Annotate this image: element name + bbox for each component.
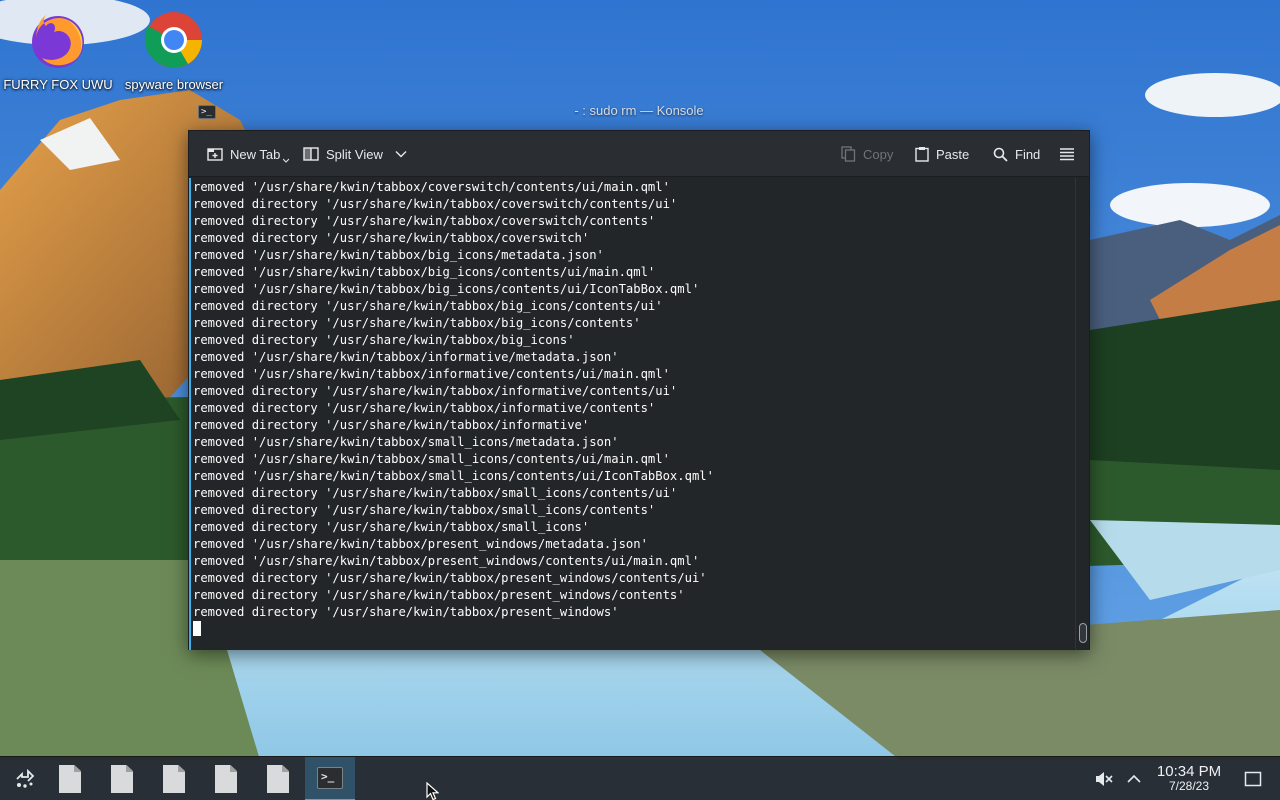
konsole-toolbar: New Tab Split View Copy Paste Find (189, 131, 1089, 177)
terminal-line: removed '/usr/share/kwin/tabbox/present_… (193, 537, 648, 551)
scrollbar-thumb[interactable] (1079, 623, 1087, 643)
find-button[interactable]: Find (993, 143, 1040, 165)
terminal-line: removed directory '/usr/share/kwin/tabbo… (193, 486, 678, 500)
show-desktop-icon (1244, 771, 1262, 787)
desktop-icon-label: FURRY FOX UWU (3, 77, 113, 92)
terminal-line: removed directory '/usr/share/kwin/tabbo… (193, 503, 656, 517)
terminal-line: removed directory '/usr/share/kwin/tabbo… (193, 384, 678, 398)
split-view-label: Split View (326, 146, 383, 162)
taskbar-item-konsole[interactable]: >_ (305, 757, 355, 800)
paste-label: Paste (936, 146, 970, 162)
desktop-icon-label: spyware browser (124, 77, 224, 92)
new-tab-button[interactable]: New Tab (207, 143, 290, 165)
desktop-icon-chrome[interactable]: spyware browser (119, 0, 229, 93)
volume-muted-icon[interactable] (1094, 770, 1114, 788)
window-title: - : sudo rm — Konsole (574, 103, 704, 118)
hamburger-menu-icon (1060, 148, 1074, 161)
chevron-down-icon (395, 151, 407, 158)
taskbar-item-file-5[interactable] (253, 757, 303, 800)
terminal-line: removed directory '/usr/share/kwin/tabbo… (193, 520, 590, 534)
split-view-icon (303, 147, 319, 161)
terminal-line: removed directory '/usr/share/kwin/tabbo… (193, 418, 590, 432)
hamburger-menu-button[interactable] (1059, 143, 1075, 165)
file-icon (267, 765, 289, 793)
file-icon (163, 765, 185, 793)
file-icon (215, 765, 237, 793)
konsole-window[interactable]: New Tab Split View Copy Paste Find remov… (188, 130, 1090, 650)
new-tab-label: New Tab (230, 146, 281, 162)
terminal-prompt-line (193, 621, 1073, 638)
paste-button[interactable]: Paste (915, 143, 969, 165)
terminal-lines: removed '/usr/share/kwin/tabbox/coverswi… (191, 178, 1073, 638)
search-icon (993, 147, 1008, 162)
konsole-icon: >_ (317, 767, 343, 789)
terminal-line: removed directory '/usr/share/kwin/tabbo… (193, 197, 678, 211)
terminal-line: removed '/usr/share/kwin/tabbox/big_icon… (193, 282, 700, 296)
firefox-icon (32, 14, 84, 68)
application-launcher-button[interactable] (0, 757, 50, 800)
terminal-line: removed directory '/usr/share/kwin/tabbo… (193, 299, 663, 313)
file-icon (111, 765, 133, 793)
terminal-line: removed '/usr/share/kwin/tabbox/small_ic… (193, 469, 714, 483)
desktop-icon-firefox[interactable]: FURRY FOX UWU (3, 0, 113, 93)
digital-clock[interactable]: 10:34 PM 7/28/23 (1146, 764, 1232, 794)
paste-icon (915, 147, 929, 162)
terminal-scrollbar[interactable] (1075, 178, 1089, 650)
split-view-dropdown[interactable] (395, 143, 407, 165)
split-view-button[interactable]: Split View (303, 143, 383, 165)
terminal-line: removed directory '/usr/share/kwin/tabbo… (193, 316, 641, 330)
terminal-line: removed directory '/usr/share/kwin/tabbo… (193, 231, 590, 245)
taskbar-item-file-2[interactable] (97, 757, 147, 800)
terminal-line: removed '/usr/share/kwin/tabbox/small_ic… (193, 435, 619, 449)
new-tab-icon (207, 148, 223, 161)
terminal-line: removed '/usr/share/kwin/tabbox/informat… (193, 350, 619, 364)
app-launcher-icon (16, 768, 35, 788)
chevron-up-icon[interactable] (1126, 773, 1142, 785)
find-label: Find (1015, 146, 1041, 162)
terminal-line: removed '/usr/share/kwin/tabbox/coverswi… (193, 180, 670, 194)
terminal-line: removed '/usr/share/kwin/tabbox/informat… (193, 367, 670, 381)
taskbar-item-file-3[interactable] (149, 757, 199, 800)
terminal-line: removed directory '/usr/share/kwin/tabbo… (193, 333, 575, 347)
terminal-line: removed '/usr/share/kwin/tabbox/small_ic… (193, 452, 670, 466)
system-tray (1094, 757, 1142, 800)
show-desktop-button[interactable] (1244, 757, 1262, 800)
copy-button[interactable]: Copy (841, 143, 893, 165)
terminal-cursor (193, 621, 201, 636)
terminal-line: removed '/usr/share/kwin/tabbox/big_icon… (193, 248, 604, 262)
terminal-line: removed directory '/usr/share/kwin/tabbo… (193, 571, 707, 585)
terminal-line: removed directory '/usr/share/kwin/tabbo… (193, 605, 619, 619)
clock-time: 10:34 PM (1156, 763, 1222, 780)
mouse-cursor-icon (426, 782, 439, 800)
terminal-line: removed directory '/usr/share/kwin/tabbo… (193, 588, 685, 602)
terminal-line: removed '/usr/share/kwin/tabbox/present_… (193, 554, 700, 568)
copy-icon (841, 146, 856, 162)
dropdown-corner-icon (283, 158, 290, 163)
chrome-icon (144, 12, 202, 68)
taskbar: >_ 10:34 PM 7/28/23 (0, 756, 1280, 800)
file-icon (59, 765, 81, 793)
copy-label: Copy (863, 146, 894, 162)
terminal-line: removed '/usr/share/kwin/tabbox/big_icon… (193, 265, 656, 279)
taskbar-item-file-1[interactable] (45, 757, 95, 800)
terminal-line: removed directory '/usr/share/kwin/tabbo… (193, 214, 656, 228)
terminal-line: removed directory '/usr/share/kwin/tabbo… (193, 401, 656, 415)
clock-date: 7/28/23 (1168, 779, 1210, 793)
terminal-output[interactable]: removed '/usr/share/kwin/tabbox/coverswi… (189, 178, 1073, 650)
taskbar-item-file-4[interactable] (201, 757, 251, 800)
